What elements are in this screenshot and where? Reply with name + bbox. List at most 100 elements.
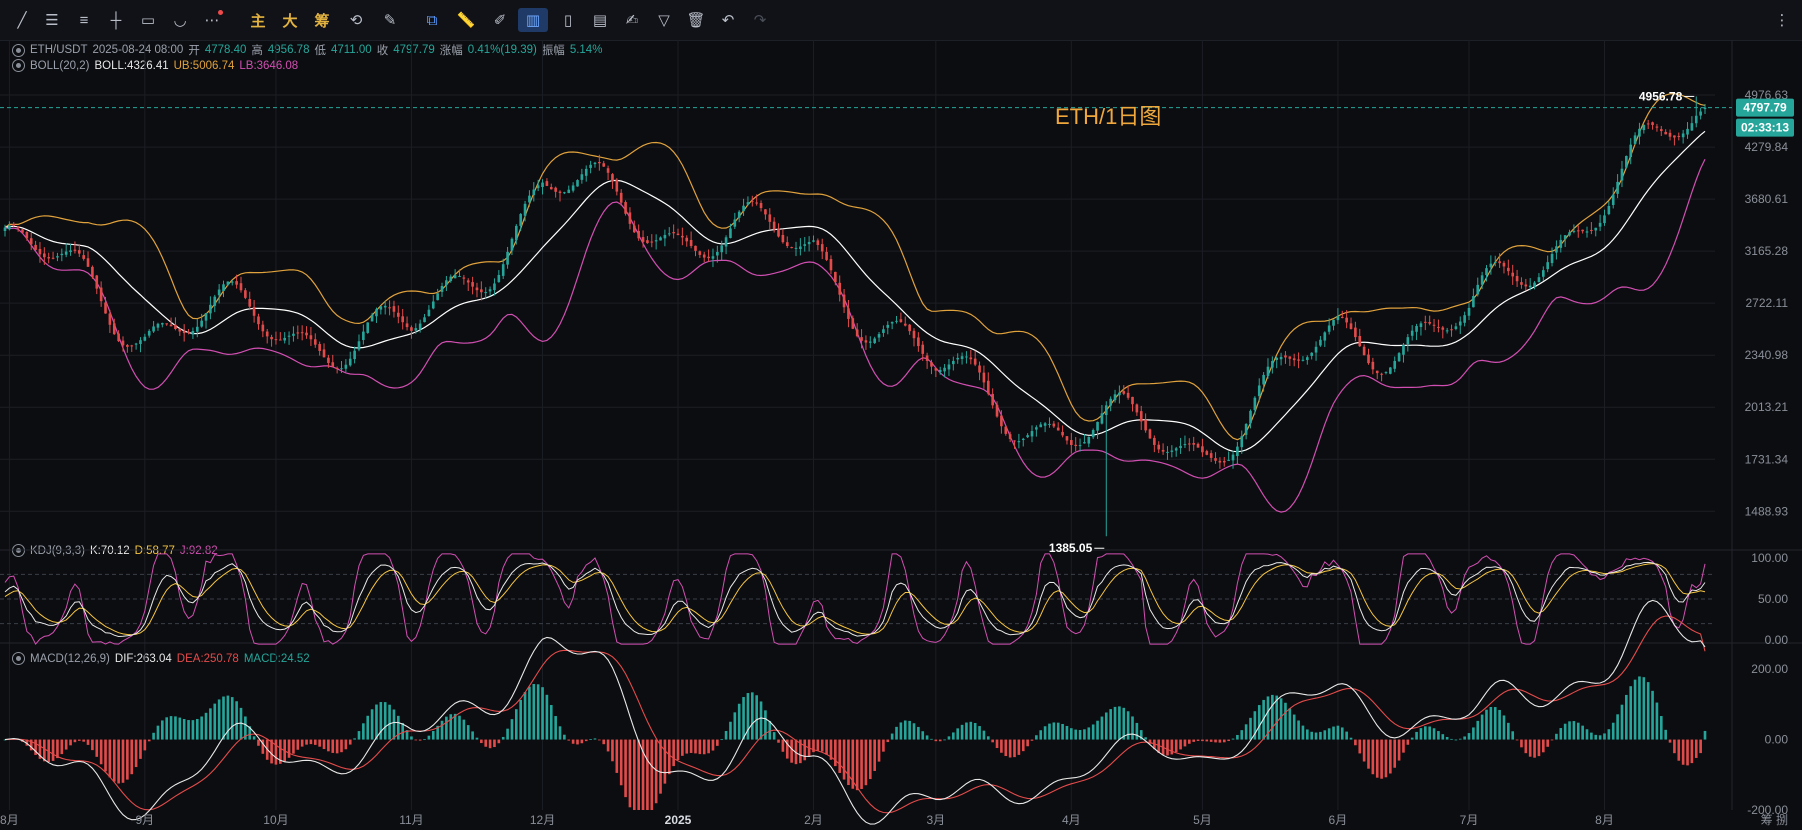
candle-body <box>1231 454 1235 461</box>
macd-bar <box>60 739 64 755</box>
candle-body <box>475 287 479 291</box>
filter-icon[interactable]: ▽ <box>652 8 676 32</box>
candle-body <box>1170 450 1174 452</box>
sync-icon[interactable]: ⟲ <box>344 8 368 32</box>
macd-bar <box>1625 694 1628 740</box>
chip-distribution-button[interactable]: 筹 <box>310 8 334 32</box>
macd-bar <box>912 723 916 740</box>
candle-body <box>1035 427 1038 430</box>
macd-bar <box>82 739 85 742</box>
candle-body <box>1209 453 1213 458</box>
candle-body <box>1629 144 1633 158</box>
clipboard-icon[interactable]: ▯ <box>556 8 580 32</box>
magnet-icon[interactable]: ⧉ <box>420 8 444 32</box>
rectangle-icon[interactable]: ▭ <box>136 8 160 32</box>
candle-body <box>1148 429 1152 439</box>
candle-body <box>1100 413 1104 424</box>
macd-bar <box>1380 739 1383 779</box>
macd-bar <box>1209 739 1213 742</box>
macd-bar <box>1620 704 1624 740</box>
candle-body <box>1607 205 1611 215</box>
candle-body <box>1585 231 1589 233</box>
candle-body <box>1537 277 1541 283</box>
candle-body <box>1655 126 1659 128</box>
main-chart-button[interactable]: 主 <box>246 8 270 32</box>
price-chart[interactable]: 4976.634279.843680.613165.282722.112340.… <box>0 40 1802 830</box>
candle-body <box>720 245 724 253</box>
candle-body <box>737 211 741 218</box>
macd-bar <box>1323 730 1327 740</box>
macd-bar <box>1458 738 1462 740</box>
macd-bar <box>554 716 557 740</box>
candle-body <box>785 242 789 247</box>
macd-bar <box>908 720 911 740</box>
macd-bar <box>882 739 885 752</box>
candle-type-icon[interactable]: ▥ <box>518 8 548 32</box>
macd-bar <box>584 739 588 742</box>
macd-bar <box>1122 707 1126 740</box>
horizontal-lines-icon[interactable]: ≡ <box>72 8 96 32</box>
candle-body <box>29 238 33 245</box>
brush-icon[interactable]: ✐ <box>488 8 512 32</box>
macd-bar <box>1607 729 1611 740</box>
candle-body <box>812 240 815 242</box>
candle-body <box>366 322 370 333</box>
clear-draw-icon[interactable]: ✎ <box>378 8 402 32</box>
candle-body <box>1437 326 1440 328</box>
macd-bar <box>1008 739 1012 758</box>
notes-icon[interactable]: ▤ <box>588 8 612 32</box>
macd-bar <box>1332 726 1335 740</box>
candle-body <box>300 332 304 334</box>
large-button[interactable]: 大 <box>278 8 302 32</box>
candle-body <box>169 324 173 327</box>
candle-body <box>1441 327 1445 330</box>
undo-icon[interactable]: ↶ <box>716 8 740 32</box>
candle-body <box>1559 239 1563 248</box>
candle-body <box>536 185 540 189</box>
macd-bar <box>1109 709 1112 740</box>
candle-body <box>1332 319 1335 326</box>
candle-body <box>1327 325 1331 332</box>
macd-bar <box>235 701 238 740</box>
candle-body <box>1476 284 1480 295</box>
candle-body <box>1598 222 1602 227</box>
redo-icon[interactable]: ↷ <box>748 8 772 32</box>
candle-body <box>694 245 697 251</box>
macd-bar <box>112 739 116 782</box>
candle-body <box>488 289 492 292</box>
more-tools-icon[interactable]: ⋯ <box>200 8 224 32</box>
parallel-lines-icon[interactable]: ☰ <box>40 8 64 32</box>
candle-body <box>1568 232 1571 236</box>
macd-bar <box>313 739 317 745</box>
candle-body <box>217 289 221 296</box>
arc-icon[interactable]: ◡ <box>168 8 192 32</box>
macd-bar <box>209 708 212 740</box>
macd-bar <box>156 725 160 740</box>
macd-bar <box>1590 732 1593 740</box>
macd-bar <box>1493 707 1497 740</box>
horizontal-ray-icon[interactable]: ┼ <box>104 8 128 32</box>
candle-body <box>187 331 190 334</box>
candle-body <box>1222 460 1226 463</box>
macd-bar <box>938 739 942 742</box>
candle-body <box>960 356 964 359</box>
signature-icon[interactable]: ✍ <box>620 8 644 32</box>
candle-body <box>532 189 536 196</box>
candle-body <box>1367 354 1370 364</box>
trash-icon[interactable]: 🗑 <box>684 8 708 32</box>
macd-bar <box>1432 728 1436 740</box>
trend-line-icon[interactable]: ╱ <box>10 8 34 32</box>
candle-body <box>1227 459 1230 461</box>
macd-bar <box>488 739 492 749</box>
candle-body <box>466 280 470 283</box>
candle-body <box>1104 405 1108 416</box>
candle-body <box>1546 262 1549 270</box>
settings-icon[interactable]: ⋮ <box>1770 8 1794 32</box>
candle-body <box>1113 394 1117 401</box>
macd-bar <box>322 739 326 750</box>
macd-bar <box>702 739 706 755</box>
macd-bar <box>410 736 413 740</box>
macd-bar <box>925 735 929 740</box>
macd-bar <box>1231 738 1235 740</box>
ruler-icon[interactable]: 📏 <box>454 8 478 32</box>
